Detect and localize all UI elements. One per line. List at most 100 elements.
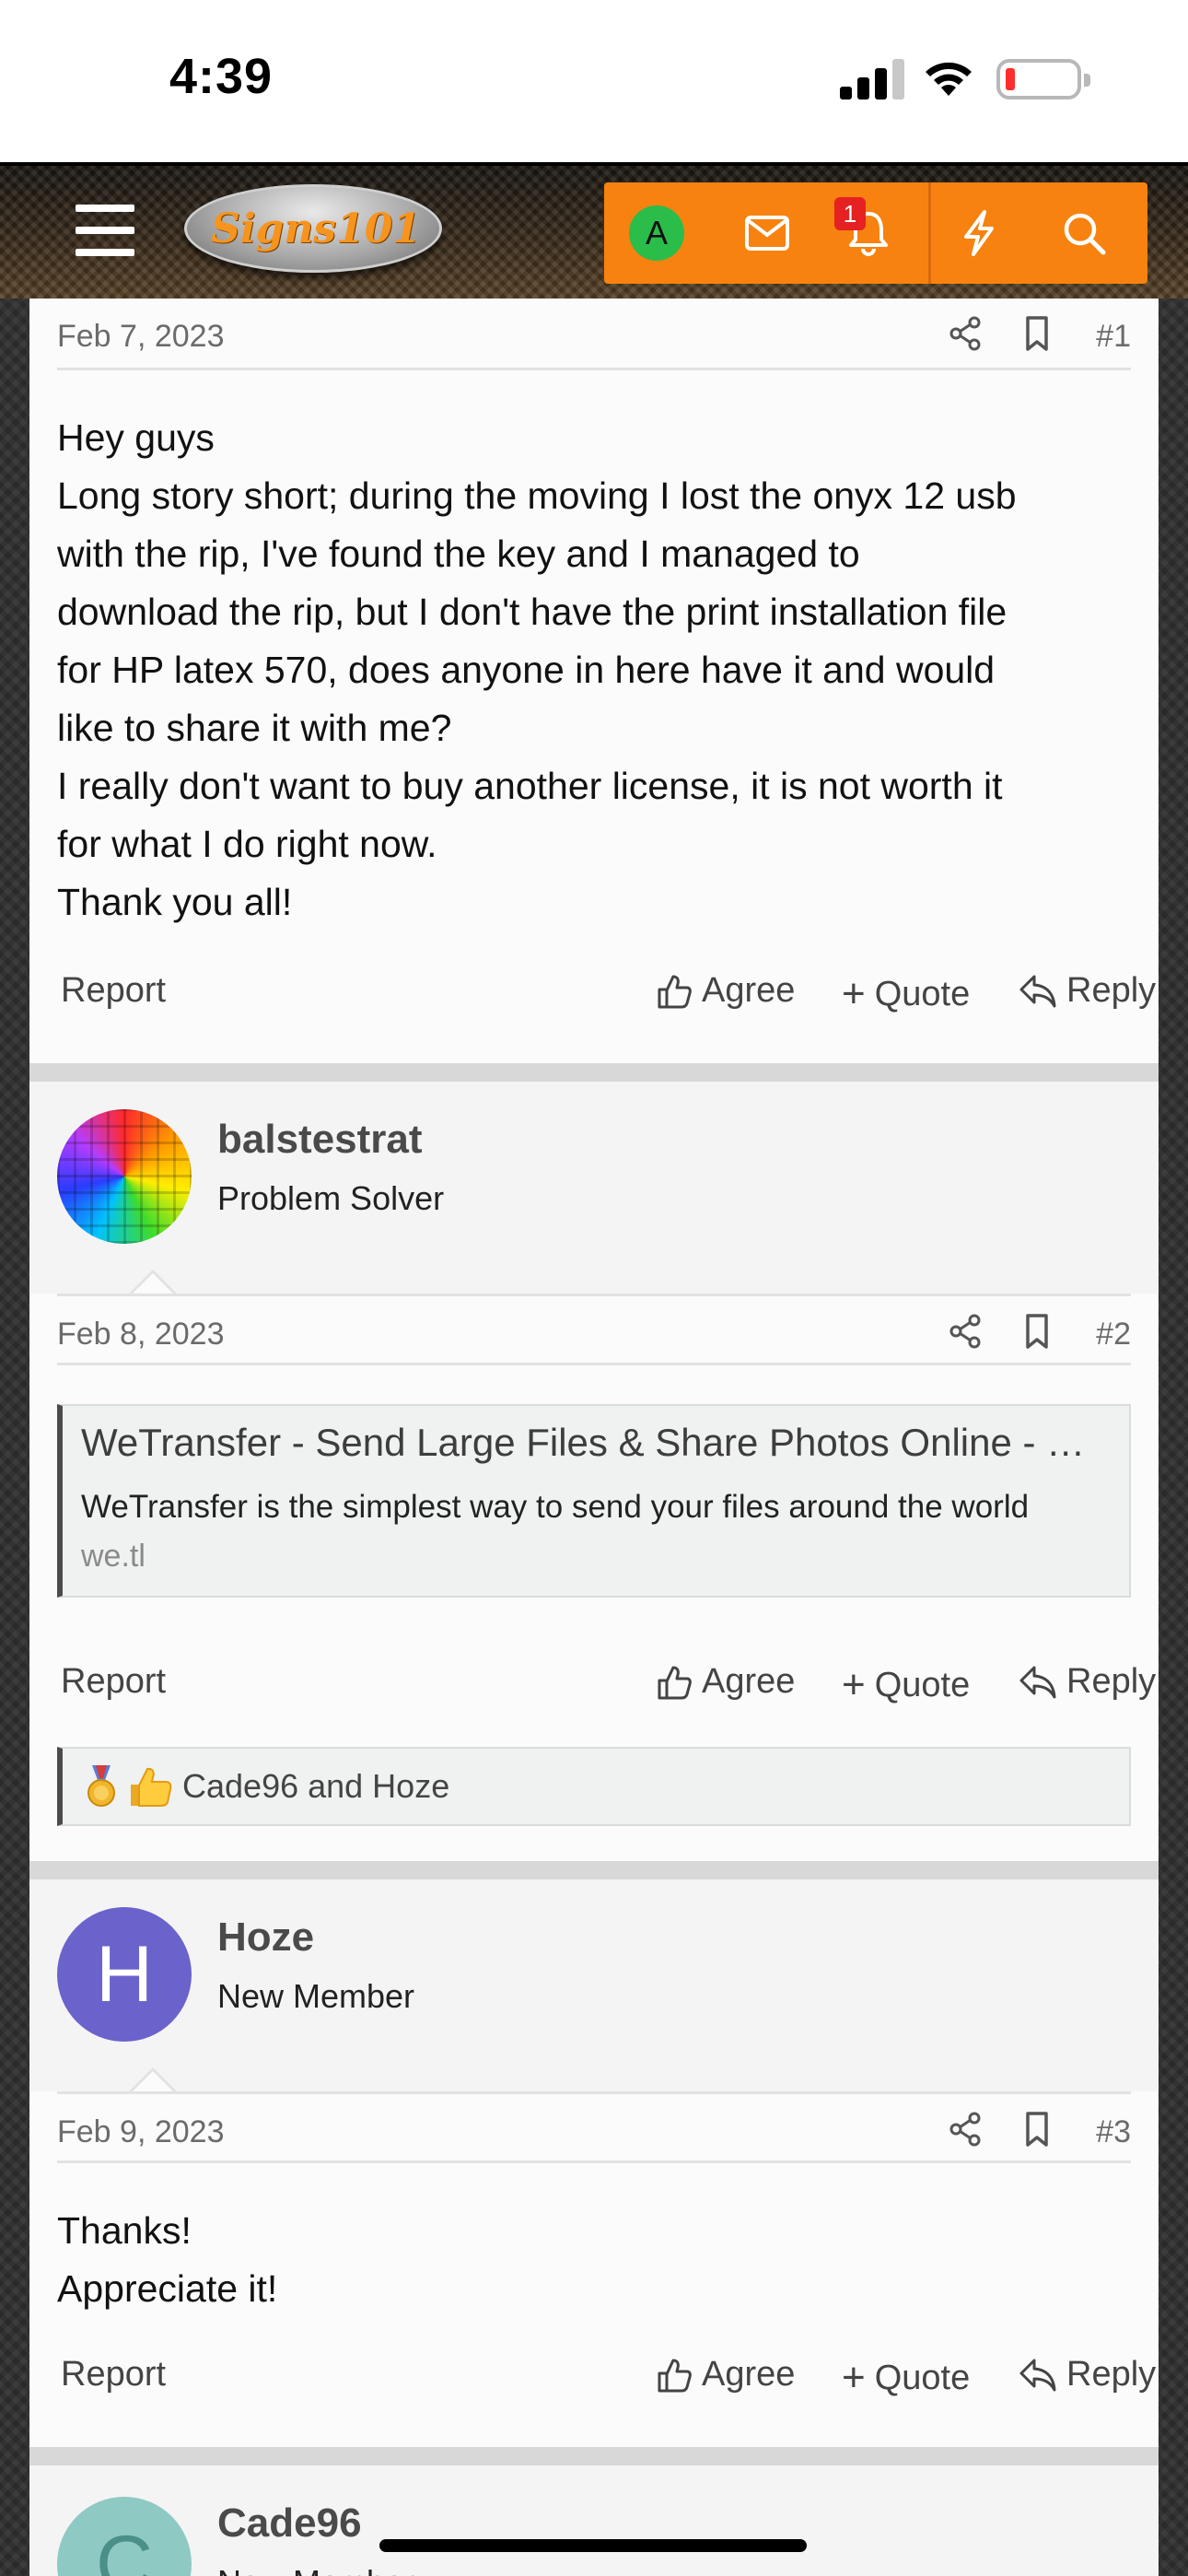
quote-label: Quote [874, 1665, 971, 1704]
agree-button[interactable]: Agree [656, 1662, 795, 1702]
status-bar: 4:39 [0, 0, 1188, 162]
post-line: Hey guys [57, 416, 215, 459]
reply-label: Reply [1066, 971, 1157, 1010]
reply-icon [1019, 1666, 1056, 1698]
wifi-icon [926, 62, 972, 96]
post-divider [29, 1861, 1159, 1879]
reaction-summary[interactable]: Cade96 and Hoze [57, 1747, 1131, 1826]
top-navigation: Signs101 A [0, 162, 1188, 299]
reply-button[interactable]: Reply [1019, 2355, 1156, 2395]
post-meta: Feb 8, 2023 #2 [57, 1294, 1131, 1365]
post-divider [29, 1063, 1159, 1082]
post-1: Feb 7, 2023 #1 Hey guys Long story short… [29, 299, 1159, 1063]
share-icon[interactable] [947, 315, 984, 352]
search-icon[interactable] [1055, 205, 1112, 262]
user-avatar[interactable] [57, 1109, 192, 1244]
reply-button[interactable]: Reply [1019, 1662, 1156, 1702]
status-time: 4:39 [169, 49, 274, 104]
bookmark-icon[interactable] [1020, 315, 1054, 352]
reply-label: Reply [1066, 1662, 1157, 1701]
site-logo[interactable]: Signs101 [184, 184, 442, 273]
post-actions: Report Agree + Quote Reply [57, 971, 1156, 1026]
bookmark-icon[interactable] [1020, 2111, 1054, 2148]
logo-text: Signs101 [211, 205, 421, 252]
user-avatar[interactable]: H [57, 1907, 192, 2042]
user-avatar[interactable]: C [57, 2497, 192, 2576]
report-link[interactable]: Report [61, 2355, 166, 2395]
battery-icon [996, 59, 1090, 100]
quote-button[interactable]: + Quote [842, 2355, 970, 2401]
agree-label: Agree [702, 971, 796, 1010]
post-date[interactable]: Feb 7, 2023 [57, 319, 224, 355]
link-preview-url[interactable]: we.tl [81, 1539, 146, 1575]
user-title: New Member [217, 2563, 414, 2576]
thumbs-up-icon [658, 1666, 692, 1699]
post-2: Feb 8, 2023 #2 WeTransfer - Send Large F… [29, 1270, 1159, 1861]
username[interactable]: balstestrat [217, 1117, 423, 1163]
report-link[interactable]: Report [61, 971, 166, 1011]
post-2-user-header: balstestrat Problem Solver [29, 1082, 1159, 1294]
post-line: download the rip, but I don't have the p… [57, 591, 1007, 633]
inbox-icon[interactable] [739, 205, 796, 262]
post-line: with the rip, I've found the key and I m… [57, 533, 860, 575]
account-avatar: A [629, 205, 684, 261]
plus-icon: + [842, 1662, 866, 1707]
plus-icon: + [842, 971, 866, 1016]
post-date[interactable]: Feb 8, 2023 [57, 1317, 224, 1352]
notification-badge: 1 [834, 197, 866, 230]
post-3: Feb 9, 2023 #3 Thanks! Appreciate it! Re… [29, 2067, 1159, 2447]
whats-new-icon[interactable] [950, 205, 1007, 262]
thumbs-up-icon [658, 2359, 692, 2392]
home-indicator[interactable] [379, 2539, 807, 2552]
post-number[interactable]: #1 [1096, 319, 1131, 355]
reply-icon [1019, 975, 1056, 1007]
medal-icon [87, 1765, 115, 1807]
post-line: Appreciate it! [57, 2267, 278, 2310]
post-line: for HP latex 570, does anyone in here ha… [57, 649, 996, 691]
post-meta: Feb 9, 2023 #3 [57, 2091, 1131, 2163]
post-actions: Report Agree + Quote Reply [57, 2355, 1156, 2410]
share-icon[interactable] [947, 2111, 984, 2148]
share-icon[interactable] [947, 1313, 984, 1350]
post-date[interactable]: Feb 9, 2023 [57, 2114, 224, 2150]
post-number[interactable]: #3 [1096, 2114, 1131, 2150]
post-number[interactable]: #2 [1096, 1317, 1131, 1352]
reply-icon [1019, 2359, 1056, 2391]
reply-button[interactable]: Reply [1019, 971, 1156, 1011]
post-line: Thanks! [57, 2209, 192, 2252]
quote-button[interactable]: + Quote [842, 1662, 970, 1708]
user-toolbar: A [604, 182, 1147, 284]
link-preview[interactable]: WeTransfer - Send Large Files & Share Ph… [57, 1404, 1131, 1598]
agree-label: Agree [702, 1662, 796, 1701]
cellular-signal-icon [840, 59, 904, 100]
post-line: Thank you all! [57, 881, 293, 923]
post-body: Thanks! Appreciate it! [57, 2202, 277, 2318]
quote-label: Quote [874, 974, 971, 1013]
post-3-user-header: H Hoze New Member [29, 1879, 1159, 2091]
menu-icon[interactable] [76, 205, 134, 256]
bookmark-icon[interactable] [1020, 1313, 1054, 1350]
quote-label: Quote [874, 2358, 971, 2397]
post-meta: Feb 7, 2023 #1 [57, 299, 1131, 370]
reply-label: Reply [1066, 2355, 1157, 2394]
post-line: I really don't want to buy another licen… [57, 765, 1003, 807]
quote-button[interactable]: + Quote [842, 971, 970, 1017]
thumbs-up-icon [658, 975, 692, 1008]
reaction-users[interactable]: Cade96 and Hoze [182, 1767, 449, 1806]
post-line: like to share it with me? [57, 707, 452, 749]
post-divider [29, 2447, 1159, 2465]
post-line: for what I do right now. [57, 823, 437, 865]
agree-button[interactable]: Agree [656, 971, 795, 1011]
post-line: Long story short; during the moving I lo… [57, 474, 1017, 517]
post-body: Hey guys Long story short; during the mo… [57, 409, 1017, 931]
username[interactable]: Hoze [217, 1914, 314, 1961]
agree-label: Agree [702, 2355, 796, 2394]
user-title: Problem Solver [217, 1179, 445, 1217]
account-button[interactable]: A [628, 205, 685, 262]
report-link[interactable]: Report [61, 1662, 166, 1702]
link-preview-description: WeTransfer is the simplest way to send y… [81, 1489, 1030, 1525]
agree-button[interactable]: Agree [656, 2355, 795, 2395]
post-actions: Report Agree + Quote Reply [57, 1662, 1156, 1717]
username[interactable]: Cade96 [217, 2500, 362, 2547]
link-preview-title[interactable]: WeTransfer - Send Large Files & Share Ph… [81, 1421, 1112, 1465]
